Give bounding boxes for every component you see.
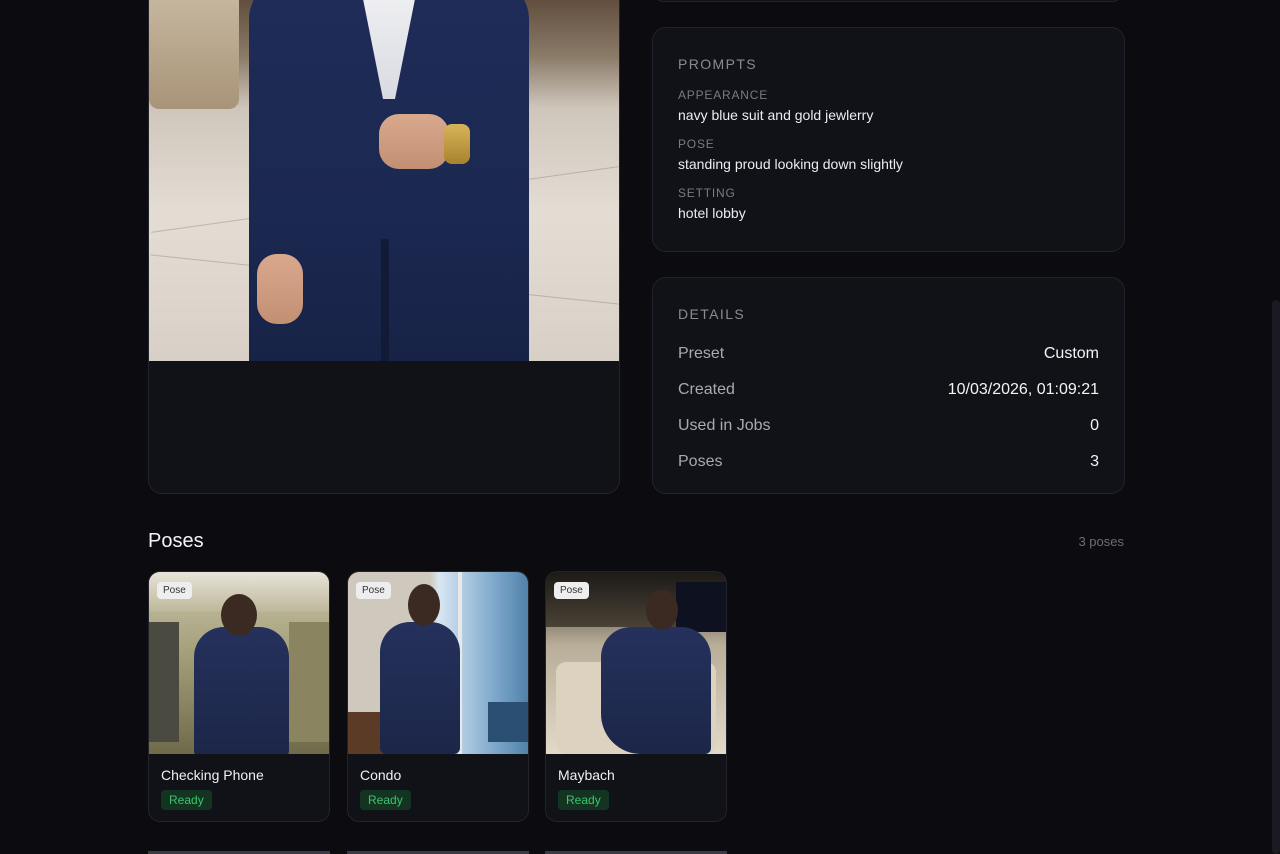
pose-badge: Pose (157, 582, 192, 599)
details-title: DETAILS (678, 306, 746, 322)
status-badge: Ready (360, 790, 411, 810)
pose-name: Checking Phone (161, 767, 264, 783)
prompts-card: PROMPTS APPEARANCE navy blue suit and go… (652, 27, 1125, 252)
person-figure (380, 622, 460, 754)
detail-value: 10/03/2026, 01:09:21 (947, 381, 1099, 398)
pose-name: Condo (360, 767, 402, 783)
detail-key: Used in Jobs (678, 417, 771, 434)
pose-label: POSE (678, 137, 715, 151)
lobby-chair (149, 0, 239, 109)
previous-card-edge (652, 0, 1124, 2)
pose-value: standing proud looking down slightly (678, 156, 903, 172)
pose-badge: Pose (356, 582, 391, 599)
setting-value: hotel lobby (678, 205, 746, 221)
pose-card-checking-phone[interactable]: Pose Checking Phone Ready (148, 571, 330, 822)
status-badge: Ready (558, 790, 609, 810)
detail-row-preset: Preset Custom (678, 336, 1099, 372)
person-head (408, 584, 440, 626)
pose-thumbnail: Pose (546, 572, 726, 754)
hand-left (257, 254, 303, 324)
poses-section-title: Poses (148, 530, 204, 552)
pants-seam (381, 239, 389, 361)
detail-row-used-in-jobs: Used in Jobs 0 (678, 408, 1099, 444)
water-view (488, 702, 528, 742)
prompts-title: PROMPTS (678, 56, 758, 72)
poses-count: 3 poses (1078, 534, 1124, 549)
detail-value: 0 (1090, 417, 1099, 434)
detail-key: Poses (678, 453, 723, 470)
pose-card-maybach[interactable]: Pose Maybach Ready (545, 571, 727, 822)
status-badge: Ready (161, 790, 212, 810)
detail-key: Preset (678, 345, 725, 362)
detail-value: 3 (1090, 453, 1099, 470)
pose-badge: Pose (554, 582, 589, 599)
person-head (646, 590, 678, 630)
detail-value: Custom (1043, 345, 1099, 362)
hero-image-card (148, 0, 620, 494)
detail-key: Created (678, 381, 735, 398)
person-figure (194, 627, 289, 754)
detail-row-created: Created 10/03/2026, 01:09:21 (678, 372, 1099, 408)
person-figure (601, 627, 711, 754)
subway-door (149, 622, 179, 742)
pose-thumbnail: Pose (149, 572, 329, 754)
scrollbar[interactable] (1272, 300, 1280, 854)
details-card: DETAILS Preset Custom Created 10/03/2026… (652, 277, 1125, 494)
pose-name: Maybach (558, 767, 615, 783)
car-window (676, 582, 726, 632)
subway-seat (289, 622, 329, 742)
pose-card-condo[interactable]: Pose Condo Ready (347, 571, 529, 822)
appearance-value: navy blue suit and gold jewlerry (678, 107, 874, 123)
gold-watch (444, 124, 470, 164)
setting-label: SETTING (678, 186, 736, 200)
hand-right (379, 114, 449, 169)
pose-thumbnail: Pose (348, 572, 528, 754)
person-head (221, 594, 257, 636)
main-photo[interactable] (149, 0, 619, 361)
appearance-label: APPEARANCE (678, 88, 769, 102)
detail-row-poses: Poses 3 (678, 444, 1099, 480)
